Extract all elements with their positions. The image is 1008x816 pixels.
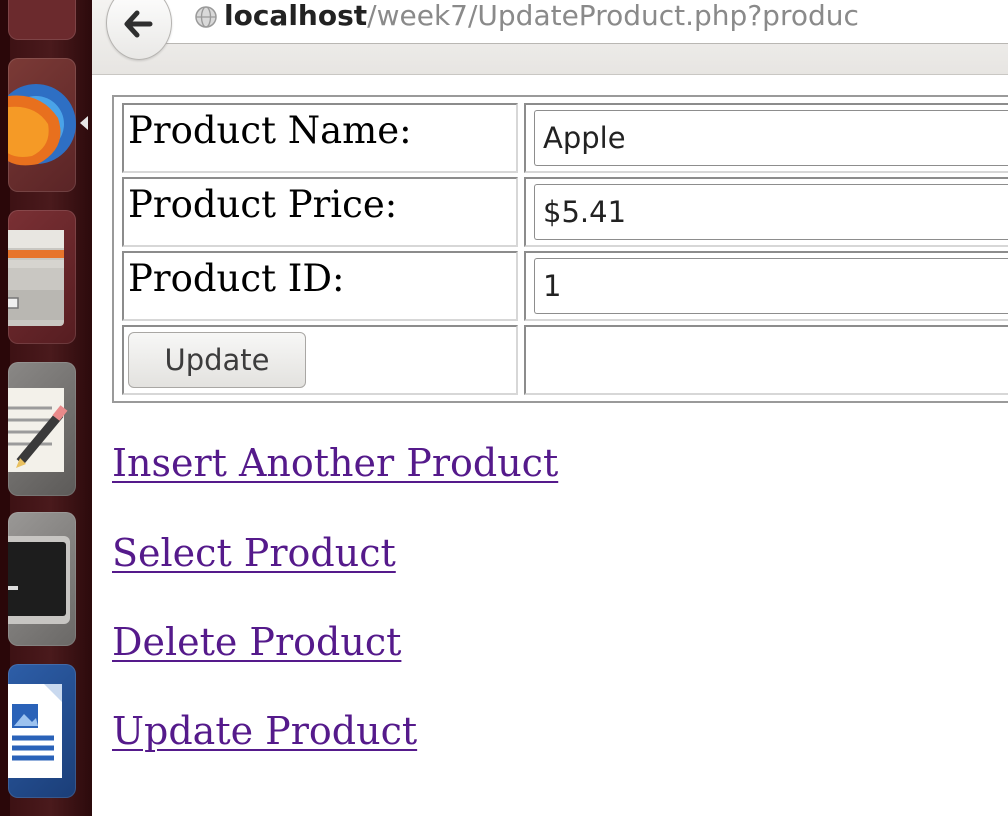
launcher-item-writer[interactable] [8,664,76,798]
update-product-link[interactable]: Update Product [112,709,417,753]
launcher-item-partial[interactable] [8,0,76,40]
text-editor-icon [8,388,68,472]
product-name-input[interactable]: Apple [534,110,1008,166]
url-text[interactable]: localhost/week7/UpdateProduct.php?produc [224,0,859,32]
launcher-item-text-editor[interactable] [8,362,76,496]
product-price-input[interactable]: $5.41 [534,184,1008,240]
libreoffice-writer-icon [8,684,62,778]
table-cell: $5.41 [524,177,1008,247]
launcher-item-files[interactable] [8,210,76,344]
active-app-indicator [80,116,88,130]
select-product-link[interactable]: Select Product [112,531,396,575]
empty-table-cell [524,325,1008,395]
table-cell: Product Price: [122,177,518,247]
address-bar[interactable]: localhost/week7/UpdateProduct.php?produc [150,0,1008,44]
firefox-icon [8,84,76,166]
url-path: /week7/UpdateProduct.php?produc [367,0,859,32]
url-host: localhost [224,0,368,32]
delete-product-link[interactable]: Delete Product [112,620,401,664]
back-button[interactable] [106,0,172,60]
globe-icon [195,6,217,28]
product-id-label: Product ID: [128,257,345,300]
product-form-table: Product Name: Apple Product Price: $5.41… [112,95,1008,403]
browser-toolbar: localhost/week7/UpdateProduct.php?produc [92,0,1008,75]
product-price-label: Product Price: [128,183,398,226]
back-arrow-icon [124,10,153,38]
table-cell: Update [122,325,518,395]
insert-another-product-link[interactable]: Insert Another Product [112,441,558,485]
update-button[interactable]: Update [128,332,306,388]
launcher-item-firefox[interactable] [8,58,76,192]
product-name-label: Product Name: [128,109,412,152]
terminal-icon [8,536,70,624]
table-cell: Apple [524,103,1008,173]
product-id-input[interactable]: 1 [534,258,1008,314]
launcher-item-terminal[interactable] [8,512,76,646]
unity-launcher [0,0,92,816]
table-cell: 1 [524,251,1008,321]
page-content: Product Name: Apple Product Price: $5.41… [92,75,1008,816]
files-icon [8,230,64,326]
table-cell: Product Name: [122,103,518,173]
table-cell: Product ID: [122,251,518,321]
